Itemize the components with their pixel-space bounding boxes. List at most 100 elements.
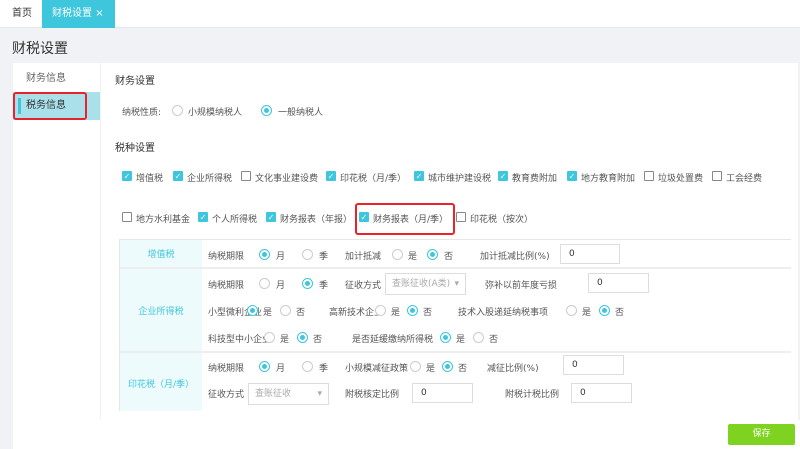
tax-checkbox-label: 地方水利基金 bbox=[136, 215, 191, 225]
loss-label: 弥补以前年度亏损 bbox=[485, 281, 558, 291]
radio-label: 是 bbox=[280, 335, 290, 345]
period-label: 纳税期限 bbox=[208, 281, 245, 291]
sidebar-item-finance-info[interactable]: 财务信息 bbox=[13, 65, 100, 93]
highlight-box bbox=[13, 92, 87, 120]
sidebar: 财务信息 税务信息 bbox=[13, 63, 100, 420]
period-label: 纳税期限 bbox=[208, 364, 245, 374]
loss-input[interactable]: 0 bbox=[588, 273, 649, 293]
method-select[interactable]: 查账征收(A类) bbox=[385, 273, 466, 295]
tax-checkbox-label: 工会经费 bbox=[726, 174, 763, 184]
tab-home[interactable]: 首页 bbox=[2, 0, 42, 28]
radio-label: 否 bbox=[489, 335, 499, 345]
tax-checkbox[interactable]: ✓ bbox=[326, 171, 336, 181]
radio-yes[interactable] bbox=[247, 305, 258, 316]
tax-checkbox[interactable]: ✓ bbox=[173, 171, 183, 181]
tax-checkbox-label: 地方教育附加 bbox=[581, 174, 636, 184]
tax-checkbox[interactable]: ✓ bbox=[122, 171, 132, 181]
radio-label: 月 bbox=[276, 252, 286, 262]
radio-month[interactable] bbox=[259, 361, 270, 372]
radio-no[interactable] bbox=[427, 249, 438, 260]
main-panel: 财务设置 纳税性质: 小规模纳税人 一般纳税人 税种设置 ✓ 增值税 ✓ 企业所得税 文… bbox=[101, 63, 798, 420]
ratio-label: 加计抵减比例(%) bbox=[480, 252, 550, 262]
radio-label: 月 bbox=[276, 281, 286, 291]
reduce-label: 减征比例(%) bbox=[487, 364, 539, 374]
tax-checkbox-label: 企业所得税 bbox=[187, 174, 233, 184]
radio-no[interactable] bbox=[297, 332, 308, 343]
tax-checkbox[interactable] bbox=[122, 212, 132, 222]
finance-section-title: 财务设置 bbox=[115, 76, 155, 87]
reduce-input[interactable]: 0 bbox=[563, 355, 624, 375]
radio-no[interactable] bbox=[442, 361, 453, 372]
page-title: 财税设置 bbox=[12, 41, 68, 57]
radio-label: 是 bbox=[456, 335, 466, 345]
radio-label: 是 bbox=[582, 308, 592, 318]
radio-yes[interactable] bbox=[392, 249, 403, 260]
tax-checkbox[interactable]: ✓ bbox=[266, 212, 276, 222]
tax-checkbox[interactable] bbox=[456, 212, 466, 222]
radio-month[interactable] bbox=[259, 278, 270, 289]
tax-checkbox[interactable]: ✓ bbox=[567, 171, 577, 181]
tax-section-title: 税种设置 bbox=[115, 143, 155, 154]
close-icon[interactable]: × bbox=[95, 8, 103, 19]
radio-quarter[interactable] bbox=[302, 249, 313, 260]
method-label: 征收方式 bbox=[208, 390, 245, 400]
radio-quarter[interactable] bbox=[302, 361, 313, 372]
taxpayer-label: 纳税性质: bbox=[122, 108, 162, 118]
tax-checkbox-label: 个人所得税 bbox=[212, 215, 258, 225]
tax-checkbox[interactable]: ✓ bbox=[498, 171, 508, 181]
tab-label: 财税设置 bbox=[52, 8, 92, 19]
radio-no[interactable] bbox=[407, 305, 418, 316]
radio-quarter[interactable] bbox=[302, 278, 313, 289]
tax-checkbox-label: 印花税（月/季） bbox=[340, 174, 407, 184]
radio-label: 否 bbox=[313, 335, 323, 345]
table-row-stamp: 印花税（月/季） 纳税期限 月 季 小规模减征政策 是 否 减征比例(%) 0 … bbox=[120, 353, 791, 411]
policy-label: 小规模减征政策 bbox=[345, 364, 409, 374]
tech-equity-label: 技术入股递延纳税事项 bbox=[458, 308, 549, 318]
footer-bar bbox=[13, 420, 800, 449]
radio-small-scale[interactable] bbox=[172, 105, 183, 116]
period-label: 纳税期限 bbox=[208, 252, 245, 262]
deduct-label: 加计抵减 bbox=[345, 252, 382, 262]
method-label: 征收方式 bbox=[345, 281, 382, 291]
radio-month[interactable] bbox=[259, 249, 270, 260]
radio-no[interactable] bbox=[473, 332, 484, 343]
tax-checkbox[interactable] bbox=[241, 171, 251, 181]
radio-label: 一般纳税人 bbox=[278, 108, 324, 118]
radio-yes[interactable] bbox=[410, 361, 421, 372]
radio-label: 季 bbox=[319, 364, 329, 374]
tax-checkbox-label: 财务报表（年报） bbox=[280, 215, 353, 225]
radio-label: 否 bbox=[615, 308, 625, 318]
radio-label: 否 bbox=[444, 252, 454, 262]
method-select[interactable]: 查账征收 bbox=[248, 383, 329, 405]
radio-label: 是 bbox=[263, 308, 273, 318]
table-row-cit: 企业所得税 纳税期限 月 季 征收方式 查账征收(A类) 弥补以前年度亏损 0 … bbox=[120, 269, 791, 353]
radio-label: 季 bbox=[319, 281, 329, 291]
radio-label: 是 bbox=[391, 308, 401, 318]
save-button[interactable]: 保存 bbox=[728, 424, 795, 445]
radio-label: 否 bbox=[458, 364, 468, 374]
radio-general[interactable] bbox=[261, 105, 272, 116]
radio-yes[interactable] bbox=[566, 305, 577, 316]
radio-no[interactable] bbox=[599, 305, 610, 316]
radio-yes[interactable] bbox=[375, 305, 386, 316]
radio-label: 月 bbox=[276, 364, 286, 374]
ratio-input[interactable]: 0 bbox=[560, 244, 620, 264]
tax-detail-table: 增值税 纳税期限 月 季 加计抵减 是 否 加计抵减比例(%) 0 企业所得税 … bbox=[119, 239, 791, 411]
radio-label: 是 bbox=[408, 252, 418, 262]
table-row-vat: 增值税 纳税期限 月 季 加计抵减 是 否 加计抵减比例(%) 0 bbox=[120, 240, 791, 269]
tax-checkbox[interactable]: ✓ bbox=[414, 171, 424, 181]
r2-input[interactable]: 0 bbox=[571, 383, 632, 403]
tax-checkbox-label: 印花税（按次） bbox=[470, 215, 534, 225]
tax-checkbox-label: 城市维护建设税 bbox=[428, 174, 492, 184]
tab-tax-settings[interactable]: 财税设置 × bbox=[42, 0, 115, 28]
radio-yes[interactable] bbox=[440, 332, 451, 343]
r1-input[interactable]: 0 bbox=[412, 383, 473, 403]
tax-checkbox[interactable]: ✓ bbox=[198, 212, 208, 222]
tax-checkbox[interactable] bbox=[712, 171, 722, 181]
radio-label: 否 bbox=[423, 308, 433, 318]
radio-yes[interactable] bbox=[264, 332, 275, 343]
tax-checkbox[interactable] bbox=[644, 171, 654, 181]
radio-no[interactable] bbox=[280, 305, 291, 316]
r2-label: 附税计税比例 bbox=[505, 390, 560, 400]
radio-label: 季 bbox=[319, 252, 329, 262]
